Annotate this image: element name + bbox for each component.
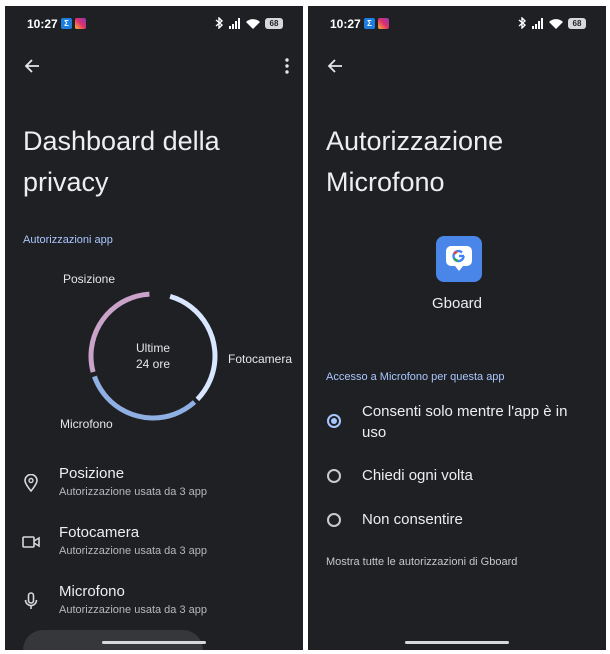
- gesture-navigation-bar[interactable]: [405, 641, 509, 644]
- permission-subtitle: Autorizzazione usata da 3 app: [59, 486, 207, 498]
- wifi-icon: [246, 18, 260, 29]
- microphone-icon: [21, 591, 41, 611]
- section-header: Autorizzazioni app: [23, 234, 113, 246]
- gesture-navigation-bar[interactable]: [102, 641, 206, 644]
- permission-subtitle: Autorizzazione usata da 3 app: [59, 545, 207, 557]
- radio-button[interactable]: [327, 469, 341, 483]
- bluetooth-icon: [215, 17, 224, 29]
- donut-label-posizione[interactable]: Posizione: [63, 272, 115, 286]
- option-ask-every-time[interactable]: Chiedi ogni volta: [308, 465, 606, 489]
- permission-row-microfono[interactable]: Microfono Autorizzazione usata da 3 app: [5, 581, 303, 631]
- back-arrow-icon[interactable]: [19, 53, 45, 79]
- sigma-app-icon: Σ: [61, 18, 72, 29]
- camera-icon: [21, 532, 41, 552]
- permission-row-posizione[interactable]: Posizione Autorizzazione usata da 3 app: [5, 463, 303, 513]
- signal-icon: [532, 17, 543, 29]
- permission-row-fotocamera[interactable]: Fotocamera Autorizzazione usata da 3 app: [5, 522, 303, 572]
- instagram-icon: [378, 18, 389, 29]
- status-time: 10:27: [27, 17, 58, 31]
- donut-center-label: Ultime 24 ore: [85, 288, 221, 424]
- permission-subtitle: Autorizzazione usata da 3 app: [59, 604, 207, 616]
- page-title: Autorizzazione Microfono: [326, 121, 596, 203]
- page-title-line1: Autorizzazione: [326, 126, 504, 156]
- donut-label-microfono[interactable]: Microfono: [60, 417, 113, 431]
- permissions-donut-chart: Ultime 24 ore: [85, 288, 221, 424]
- status-bar: 10:27 Σ 68: [308, 6, 606, 42]
- radio-button[interactable]: [327, 513, 341, 527]
- status-bar: 10:27 Σ 68: [5, 6, 303, 42]
- battery-icon: 68: [265, 17, 283, 29]
- option-deny[interactable]: Non consentire: [308, 509, 606, 533]
- page-title-line2: Microfono: [326, 167, 445, 197]
- battery-icon: 68: [568, 17, 586, 29]
- signal-icon: [229, 17, 240, 29]
- option-label: Chiedi ogni volta: [362, 467, 473, 484]
- back-arrow-icon[interactable]: [322, 53, 348, 79]
- page-title: Dashboard della privacy: [23, 126, 220, 197]
- permission-title: Microfono: [59, 583, 125, 600]
- radio-button-selected[interactable]: [327, 414, 341, 428]
- option-label: Consenti solo mentre l'app è in uso: [362, 403, 568, 441]
- status-time: 10:27: [330, 17, 361, 31]
- section-header: Accesso a Microfono per questa app: [326, 371, 505, 383]
- option-label: Non consentire: [362, 511, 463, 528]
- gboard-icon: [436, 236, 482, 282]
- donut-label-fotocamera[interactable]: Fotocamera: [228, 352, 292, 366]
- more-options-icon[interactable]: [277, 53, 297, 79]
- show-all-permissions-link[interactable]: Mostra tutte le autorizzazioni di Gboard: [326, 556, 517, 568]
- donut-center-line1: Ultime: [135, 341, 170, 355]
- permission-title: Posizione: [59, 465, 125, 482]
- bluetooth-icon: [518, 17, 527, 29]
- bottom-action-button[interactable]: [23, 630, 203, 650]
- app-name: Gboard: [431, 295, 483, 312]
- wifi-icon: [549, 18, 563, 29]
- instagram-icon: [75, 18, 86, 29]
- privacy-dashboard-screen: 10:27 Σ 68 Dashboard della privacy Autor…: [5, 6, 303, 650]
- sigma-app-icon: Σ: [364, 18, 375, 29]
- permission-title: Fotocamera: [59, 524, 140, 541]
- location-pin-icon: [21, 473, 41, 493]
- microphone-permission-screen: 10:27 Σ 68 Autorizzazione Microfono Gboa…: [308, 6, 606, 650]
- option-allow-while-in-use[interactable]: Consenti solo mentre l'app è in uso: [308, 401, 606, 445]
- donut-center-line2: 24 ore: [135, 357, 171, 371]
